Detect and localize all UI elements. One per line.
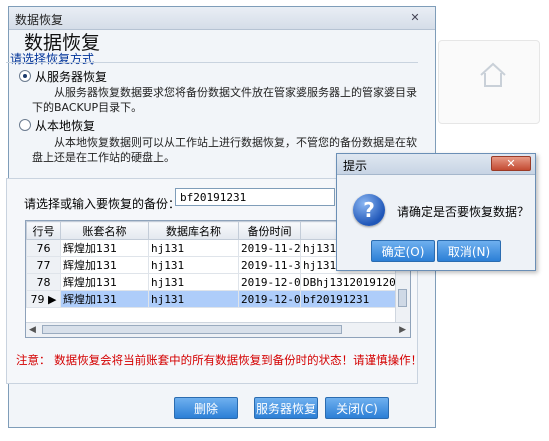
backup-input-label: 请选择或输入要恢复的备份： <box>24 197 181 211</box>
row-db: hj131 <box>148 239 239 257</box>
scroll-thumb[interactable] <box>398 289 407 307</box>
delete-button[interactable]: 删除 <box>174 397 238 419</box>
radio-local[interactable] <box>19 119 31 131</box>
question-icon: ? <box>353 194 385 226</box>
row-num: 79 ▶ <box>26 290 61 308</box>
local-desc-line1: 从本地恢复数据则可以从工作站上进行数据恢复，不管您的备份数据是在软 <box>54 136 417 149</box>
confirm-dialog: 提示 ✕ ? 请确定是否要恢复数据？ 确定(O) 取消(N) <box>336 153 536 271</box>
row-num: 78 <box>26 273 61 291</box>
row-db: hj131 <box>148 290 239 308</box>
server-desc-line1: 从服务器恢复数据要求您将备份数据文件放在管家婆服务器上的管家婆目录 <box>54 86 417 99</box>
server-desc-line2: 下的BACKUP目录下。 <box>32 101 143 114</box>
row-time: 2019-12-02 <box>238 290 301 308</box>
table-row[interactable]: 78 辉煌加131 hj131 2019-12-02 DBhj131201912… <box>26 273 397 291</box>
warning-text: 注意： 数据恢复会将当前账套中的所有数据恢复到备份时的状态！请谨慎操作！ <box>16 353 423 367</box>
row-backup: DBhj131201912021 <box>300 273 397 291</box>
window-titlebar[interactable]: 数据恢复 ✕ <box>9 7 435 30</box>
row-backup: bf20191231 <box>300 290 397 308</box>
col-header-num[interactable]: 行号 <box>26 221 61 240</box>
table-row-selected[interactable]: 79 ▶ 辉煌加131 hj131 2019-12-02 bf20191231 <box>26 290 397 308</box>
row-db: hj131 <box>148 273 239 291</box>
col-header-account[interactable]: 账套名称 <box>60 221 149 240</box>
radio-local-label[interactable]: 从本地恢复 <box>35 117 95 134</box>
home-icon <box>480 62 506 87</box>
radio-server-label[interactable]: 从服务器恢复 <box>35 68 107 85</box>
scroll-thumb[interactable] <box>42 325 342 334</box>
scroll-left-icon[interactable]: ◀ <box>29 323 36 337</box>
radio-server[interactable] <box>19 70 31 82</box>
dialog-close-icon[interactable]: ✕ <box>491 156 531 171</box>
row-indicator-icon: ▶ <box>48 292 57 306</box>
row-account: 辉煌加131 <box>60 239 149 257</box>
close-button[interactable]: 关闭(C) <box>325 397 389 419</box>
close-icon[interactable]: ✕ <box>401 10 429 26</box>
dialog-message: 请确定是否要恢复数据？ <box>397 205 530 219</box>
dialog-cancel-button[interactable]: 取消(N) <box>437 240 501 262</box>
window-title: 数据恢复 <box>15 13 64 27</box>
row-num: 77 <box>26 256 61 274</box>
server-restore-button[interactable]: 服务器恢复 <box>254 397 318 419</box>
backup-name-input[interactable]: bf20191231 <box>175 188 335 206</box>
scroll-right-icon[interactable]: ▶ <box>399 323 406 337</box>
row-account: 辉煌加131 <box>60 273 149 291</box>
local-desc-line2: 盘上还是在工作站的硬盘上。 <box>32 151 175 164</box>
row-db: hj131 <box>148 256 239 274</box>
row-account: 辉煌加131 <box>60 256 149 274</box>
col-header-db[interactable]: 数据库名称 <box>148 221 239 240</box>
col-header-time[interactable]: 备份时间 <box>238 221 301 240</box>
row-time: 2019-12-02 <box>238 273 301 291</box>
row-account: 辉煌加131 <box>60 290 149 308</box>
dialog-ok-button[interactable]: 确定(O) <box>371 240 435 262</box>
table-horizontal-scrollbar[interactable]: ◀ ▶ <box>26 322 410 337</box>
dialog-titlebar[interactable]: 提示 ✕ <box>337 154 535 175</box>
row-time: 2019-11-29 <box>238 239 301 257</box>
dialog-title: 提示 <box>343 159 368 173</box>
row-time: 2019-11-30 <box>238 256 301 274</box>
row-num: 76 <box>26 239 61 257</box>
